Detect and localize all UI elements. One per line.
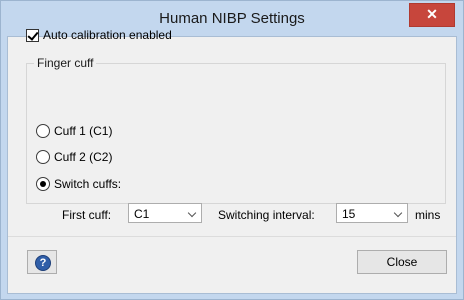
chevron-down-icon xyxy=(393,208,403,218)
radio-dot-icon xyxy=(40,181,46,187)
footer-divider xyxy=(8,236,456,237)
radio-button-selected[interactable] xyxy=(36,177,50,191)
checkmark-icon xyxy=(27,28,39,41)
first-cuff-value: C1 xyxy=(134,207,150,221)
help-icon: ? xyxy=(35,255,51,271)
switching-interval-unit: mins xyxy=(415,208,441,222)
radio-switch-cuffs-label: Switch cuffs: xyxy=(54,177,122,191)
help-button[interactable]: ? xyxy=(27,250,57,274)
first-cuff-select[interactable]: C1 xyxy=(128,203,202,223)
finger-cuff-group-label: Finger cuff xyxy=(34,56,97,70)
close-icon: ✕ xyxy=(426,6,438,22)
switching-interval-value: 15 xyxy=(342,207,356,221)
radio-button[interactable] xyxy=(36,150,50,164)
first-cuff-label: First cuff: xyxy=(62,208,112,222)
auto-calibration-label: Auto calibration enabled xyxy=(43,28,172,42)
switching-interval-select[interactable]: 15 xyxy=(336,203,408,223)
auto-calibration-checkbox[interactable] xyxy=(26,28,39,42)
switching-interval-label: Switching interval: xyxy=(218,208,315,222)
chevron-down-icon xyxy=(187,208,197,218)
auto-calibration-checkbox-row[interactable]: Auto calibration enabled xyxy=(26,27,172,43)
radio-cuff-2-label: Cuff 2 (C2) xyxy=(54,150,113,164)
radio-switch-cuffs[interactable]: Switch cuffs: xyxy=(36,176,121,192)
radio-cuff-1-label: Cuff 1 (C1) xyxy=(54,124,113,138)
radio-cuff-1[interactable]: Cuff 1 (C1) xyxy=(36,123,112,139)
radio-cuff-2[interactable]: Cuff 2 (C2) xyxy=(36,149,112,165)
close-window-button[interactable]: ✕ xyxy=(409,3,455,27)
close-button[interactable]: Close xyxy=(357,250,447,274)
radio-button[interactable] xyxy=(36,124,50,138)
